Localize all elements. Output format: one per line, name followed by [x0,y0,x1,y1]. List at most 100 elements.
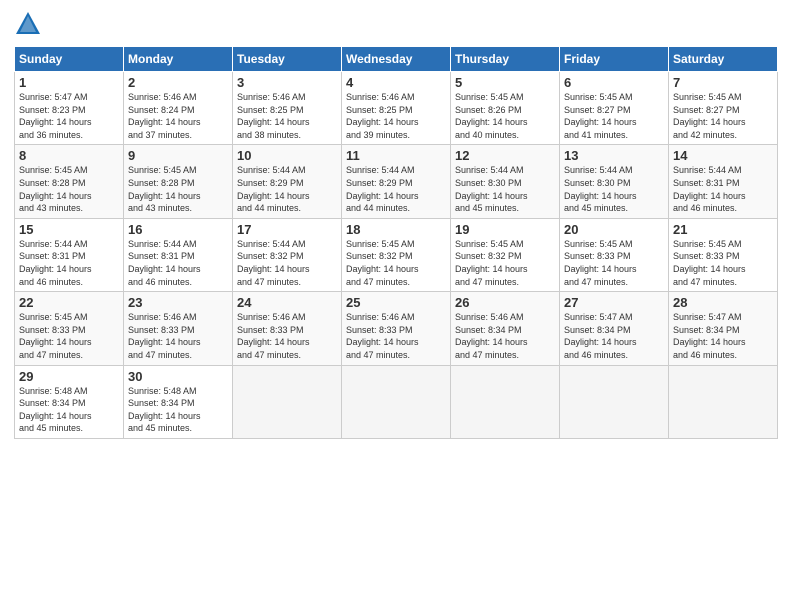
day-info: Sunrise: 5:47 AM Sunset: 8:23 PM Dayligh… [19,91,119,141]
calendar-cell: 8Sunrise: 5:45 AM Sunset: 8:28 PM Daylig… [15,145,124,218]
calendar-cell: 3Sunrise: 5:46 AM Sunset: 8:25 PM Daylig… [233,72,342,145]
calendar-cell: 29Sunrise: 5:48 AM Sunset: 8:34 PM Dayli… [15,365,124,438]
calendar-cell: 28Sunrise: 5:47 AM Sunset: 8:34 PM Dayli… [669,292,778,365]
day-info: Sunrise: 5:45 AM Sunset: 8:33 PM Dayligh… [19,311,119,361]
calendar-cell: 7Sunrise: 5:45 AM Sunset: 8:27 PM Daylig… [669,72,778,145]
day-number: 23 [128,295,228,310]
header-row: SundayMondayTuesdayWednesdayThursdayFrid… [15,47,778,72]
calendar-cell: 2Sunrise: 5:46 AM Sunset: 8:24 PM Daylig… [124,72,233,145]
header-cell-wednesday: Wednesday [342,47,451,72]
week-row-1: 1Sunrise: 5:47 AM Sunset: 8:23 PM Daylig… [15,72,778,145]
week-row-4: 22Sunrise: 5:45 AM Sunset: 8:33 PM Dayli… [15,292,778,365]
day-number: 5 [455,75,555,90]
calendar-cell: 6Sunrise: 5:45 AM Sunset: 8:27 PM Daylig… [560,72,669,145]
header-cell-friday: Friday [560,47,669,72]
day-info: Sunrise: 5:46 AM Sunset: 8:25 PM Dayligh… [346,91,446,141]
day-info: Sunrise: 5:44 AM Sunset: 8:31 PM Dayligh… [128,238,228,288]
day-number: 24 [237,295,337,310]
day-info: Sunrise: 5:44 AM Sunset: 8:32 PM Dayligh… [237,238,337,288]
day-info: Sunrise: 5:46 AM Sunset: 8:24 PM Dayligh… [128,91,228,141]
day-info: Sunrise: 5:45 AM Sunset: 8:28 PM Dayligh… [19,164,119,214]
day-number: 10 [237,148,337,163]
logo [14,10,46,38]
day-info: Sunrise: 5:46 AM Sunset: 8:25 PM Dayligh… [237,91,337,141]
day-number: 15 [19,222,119,237]
day-number: 22 [19,295,119,310]
calendar-cell: 4Sunrise: 5:46 AM Sunset: 8:25 PM Daylig… [342,72,451,145]
day-info: Sunrise: 5:45 AM Sunset: 8:27 PM Dayligh… [564,91,664,141]
day-info: Sunrise: 5:44 AM Sunset: 8:30 PM Dayligh… [455,164,555,214]
day-number: 20 [564,222,664,237]
calendar-cell: 5Sunrise: 5:45 AM Sunset: 8:26 PM Daylig… [451,72,560,145]
day-number: 27 [564,295,664,310]
calendar-cell: 10Sunrise: 5:44 AM Sunset: 8:29 PM Dayli… [233,145,342,218]
day-info: Sunrise: 5:45 AM Sunset: 8:33 PM Dayligh… [564,238,664,288]
day-info: Sunrise: 5:47 AM Sunset: 8:34 PM Dayligh… [673,311,773,361]
header [14,10,778,38]
header-cell-sunday: Sunday [15,47,124,72]
day-info: Sunrise: 5:45 AM Sunset: 8:26 PM Dayligh… [455,91,555,141]
calendar-cell: 11Sunrise: 5:44 AM Sunset: 8:29 PM Dayli… [342,145,451,218]
day-number: 19 [455,222,555,237]
header-cell-monday: Monday [124,47,233,72]
calendar-cell: 1Sunrise: 5:47 AM Sunset: 8:23 PM Daylig… [15,72,124,145]
day-number: 14 [673,148,773,163]
day-info: Sunrise: 5:44 AM Sunset: 8:30 PM Dayligh… [564,164,664,214]
calendar-cell: 23Sunrise: 5:46 AM Sunset: 8:33 PM Dayli… [124,292,233,365]
day-info: Sunrise: 5:44 AM Sunset: 8:31 PM Dayligh… [673,164,773,214]
header-cell-saturday: Saturday [669,47,778,72]
calendar-cell: 9Sunrise: 5:45 AM Sunset: 8:28 PM Daylig… [124,145,233,218]
day-info: Sunrise: 5:45 AM Sunset: 8:32 PM Dayligh… [346,238,446,288]
calendar-cell: 22Sunrise: 5:45 AM Sunset: 8:33 PM Dayli… [15,292,124,365]
day-number: 8 [19,148,119,163]
calendar-cell: 15Sunrise: 5:44 AM Sunset: 8:31 PM Dayli… [15,218,124,291]
calendar-cell: 12Sunrise: 5:44 AM Sunset: 8:30 PM Dayli… [451,145,560,218]
calendar-cell: 17Sunrise: 5:44 AM Sunset: 8:32 PM Dayli… [233,218,342,291]
page: SundayMondayTuesdayWednesdayThursdayFrid… [0,0,792,612]
day-info: Sunrise: 5:44 AM Sunset: 8:29 PM Dayligh… [237,164,337,214]
calendar-cell: 16Sunrise: 5:44 AM Sunset: 8:31 PM Dayli… [124,218,233,291]
calendar-cell: 27Sunrise: 5:47 AM Sunset: 8:34 PM Dayli… [560,292,669,365]
day-info: Sunrise: 5:44 AM Sunset: 8:31 PM Dayligh… [19,238,119,288]
day-number: 17 [237,222,337,237]
calendar-cell [451,365,560,438]
calendar-cell: 25Sunrise: 5:46 AM Sunset: 8:33 PM Dayli… [342,292,451,365]
day-info: Sunrise: 5:47 AM Sunset: 8:34 PM Dayligh… [564,311,664,361]
day-number: 28 [673,295,773,310]
day-info: Sunrise: 5:45 AM Sunset: 8:32 PM Dayligh… [455,238,555,288]
week-row-3: 15Sunrise: 5:44 AM Sunset: 8:31 PM Dayli… [15,218,778,291]
day-info: Sunrise: 5:46 AM Sunset: 8:33 PM Dayligh… [346,311,446,361]
day-number: 3 [237,75,337,90]
day-number: 2 [128,75,228,90]
day-number: 18 [346,222,446,237]
day-info: Sunrise: 5:48 AM Sunset: 8:34 PM Dayligh… [19,385,119,435]
week-row-5: 29Sunrise: 5:48 AM Sunset: 8:34 PM Dayli… [15,365,778,438]
day-number: 30 [128,369,228,384]
day-info: Sunrise: 5:44 AM Sunset: 8:29 PM Dayligh… [346,164,446,214]
day-number: 7 [673,75,773,90]
day-info: Sunrise: 5:45 AM Sunset: 8:33 PM Dayligh… [673,238,773,288]
calendar-cell: 26Sunrise: 5:46 AM Sunset: 8:34 PM Dayli… [451,292,560,365]
calendar-cell [342,365,451,438]
logo-icon [14,10,42,38]
day-number: 16 [128,222,228,237]
calendar-cell: 20Sunrise: 5:45 AM Sunset: 8:33 PM Dayli… [560,218,669,291]
header-cell-tuesday: Tuesday [233,47,342,72]
calendar: SundayMondayTuesdayWednesdayThursdayFrid… [14,46,778,439]
day-number: 12 [455,148,555,163]
calendar-cell [560,365,669,438]
day-info: Sunrise: 5:46 AM Sunset: 8:33 PM Dayligh… [237,311,337,361]
day-info: Sunrise: 5:45 AM Sunset: 8:27 PM Dayligh… [673,91,773,141]
day-info: Sunrise: 5:46 AM Sunset: 8:34 PM Dayligh… [455,311,555,361]
day-number: 25 [346,295,446,310]
calendar-cell: 21Sunrise: 5:45 AM Sunset: 8:33 PM Dayli… [669,218,778,291]
day-info: Sunrise: 5:46 AM Sunset: 8:33 PM Dayligh… [128,311,228,361]
day-info: Sunrise: 5:45 AM Sunset: 8:28 PM Dayligh… [128,164,228,214]
day-number: 21 [673,222,773,237]
day-number: 13 [564,148,664,163]
day-number: 4 [346,75,446,90]
calendar-cell [669,365,778,438]
week-row-2: 8Sunrise: 5:45 AM Sunset: 8:28 PM Daylig… [15,145,778,218]
calendar-cell [233,365,342,438]
day-number: 29 [19,369,119,384]
